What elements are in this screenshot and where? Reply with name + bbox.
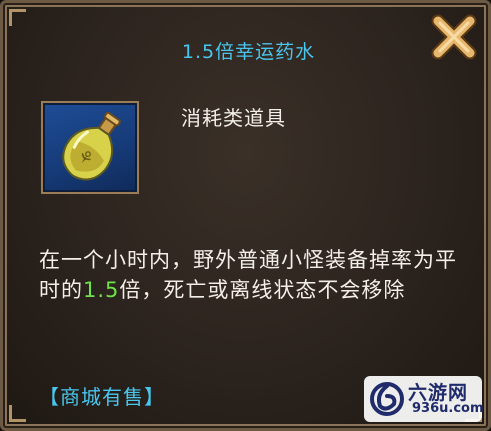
multiplier-value: 1.5 (83, 278, 120, 302)
item-title: 1.5倍幸运药水 (181, 41, 316, 63)
item-category: 消耗类道具 (181, 106, 286, 130)
item-description: 在一个小时内，野外普通小怪装备掉率为平时的1.5倍，死亡或离线状态不会移除 (39, 245, 459, 305)
close-button[interactable] (424, 7, 484, 67)
item-tooltip-panel: 1.5倍幸运药水 ⚘ 消耗类道具 在一个小时内，野外普通小怪装备掉率为平时的1.… (0, 0, 491, 431)
site-logo-icon (370, 382, 404, 416)
corner-ornament (9, 9, 26, 26)
watermark-domain: 936u.com (412, 401, 484, 416)
description-text: 倍，死亡或离线状态不会移除 (119, 278, 406, 302)
shop-availability-link[interactable]: 【商城有售】 (39, 381, 165, 410)
item-icon-slot: ⚘ (41, 101, 139, 194)
potion-bottle-icon: ⚘ (62, 111, 121, 181)
corner-ornament (9, 405, 26, 422)
site-watermark: 六游网 936u.com (364, 376, 484, 422)
close-x-icon (431, 14, 477, 60)
